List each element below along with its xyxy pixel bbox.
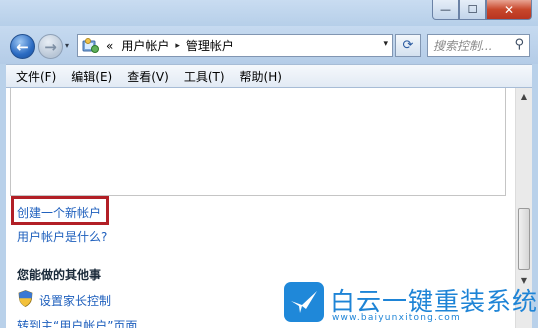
breadcrumb-separator-icon[interactable]: ▸ <box>175 41 180 51</box>
minimize-button[interactable]: — <box>432 0 459 20</box>
forward-button[interactable]: → <box>38 34 63 59</box>
address-bar[interactable]: « 用户帐户 ▸ 管理帐户 ▾ <box>77 34 393 57</box>
breadcrumb-manage-accounts[interactable]: 管理帐户 <box>186 37 234 54</box>
address-dropdown-icon[interactable]: ▾ <box>383 39 388 49</box>
navigation-bar: ← → ▾ « 用户帐户 ▸ 管理帐户 ▾ ⟳ 搜索控制... ⚲ <box>0 26 538 64</box>
back-arrow-icon: ← <box>16 37 29 56</box>
menu-bar: 文件(F) 编辑(E) 查看(V) 工具(T) 帮助(H) <box>6 64 532 88</box>
other-things-heading: 您能做的其他事 <box>17 268 102 282</box>
menu-edit[interactable]: 编辑(E) <box>71 68 112 85</box>
caption-buttons: — ☐ ✕ <box>432 0 532 20</box>
refresh-icon: ⟳ <box>402 38 414 53</box>
search-placeholder: 搜索控制... <box>433 39 493 53</box>
watermark: 白云一键重装系统 www.baiyunxitong.com <box>284 282 538 328</box>
forward-arrow-icon: → <box>44 37 57 56</box>
maximize-icon: ☐ <box>467 3 478 16</box>
goto-main-accounts-link[interactable]: 转到主“用户帐户”页面 <box>17 317 137 328</box>
control-panel-icon <box>82 37 100 54</box>
accounts-list-box <box>10 88 506 196</box>
bird-logo-icon <box>284 282 324 322</box>
menu-file[interactable]: 文件(F) <box>16 68 56 85</box>
scroll-thumb[interactable] <box>518 208 530 270</box>
window-title-bar: — ☐ ✕ <box>0 0 538 26</box>
create-account-link[interactable]: 创建一个新帐户 <box>17 204 101 221</box>
shield-icon <box>18 290 33 307</box>
search-input[interactable]: 搜索控制... ⚲ <box>427 34 530 57</box>
scroll-up-button[interactable]: ▲ <box>516 88 532 105</box>
maximize-button[interactable]: ☐ <box>459 0 486 20</box>
menu-help[interactable]: 帮助(H) <box>240 68 282 85</box>
recent-pages-dropdown[interactable]: ▾ <box>65 41 69 50</box>
breadcrumb-prefix: « <box>106 38 114 53</box>
what-is-user-account-link[interactable]: 用户帐户是什么? <box>17 228 107 245</box>
parental-controls-link[interactable]: 设置家长控制 <box>39 292 111 309</box>
refresh-button[interactable]: ⟳ <box>395 34 421 57</box>
close-icon: ✕ <box>503 2 515 17</box>
breadcrumb-user-accounts[interactable]: 用户帐户 <box>121 37 169 54</box>
minimize-icon: — <box>440 3 451 16</box>
watermark-url: www.baiyunxitong.com <box>332 313 461 323</box>
search-icon[interactable]: ⚲ <box>514 37 524 52</box>
back-button[interactable]: ← <box>10 34 35 59</box>
menu-view[interactable]: 查看(V) <box>127 68 169 85</box>
close-button[interactable]: ✕ <box>486 0 532 20</box>
menu-tools[interactable]: 工具(T) <box>184 68 225 85</box>
